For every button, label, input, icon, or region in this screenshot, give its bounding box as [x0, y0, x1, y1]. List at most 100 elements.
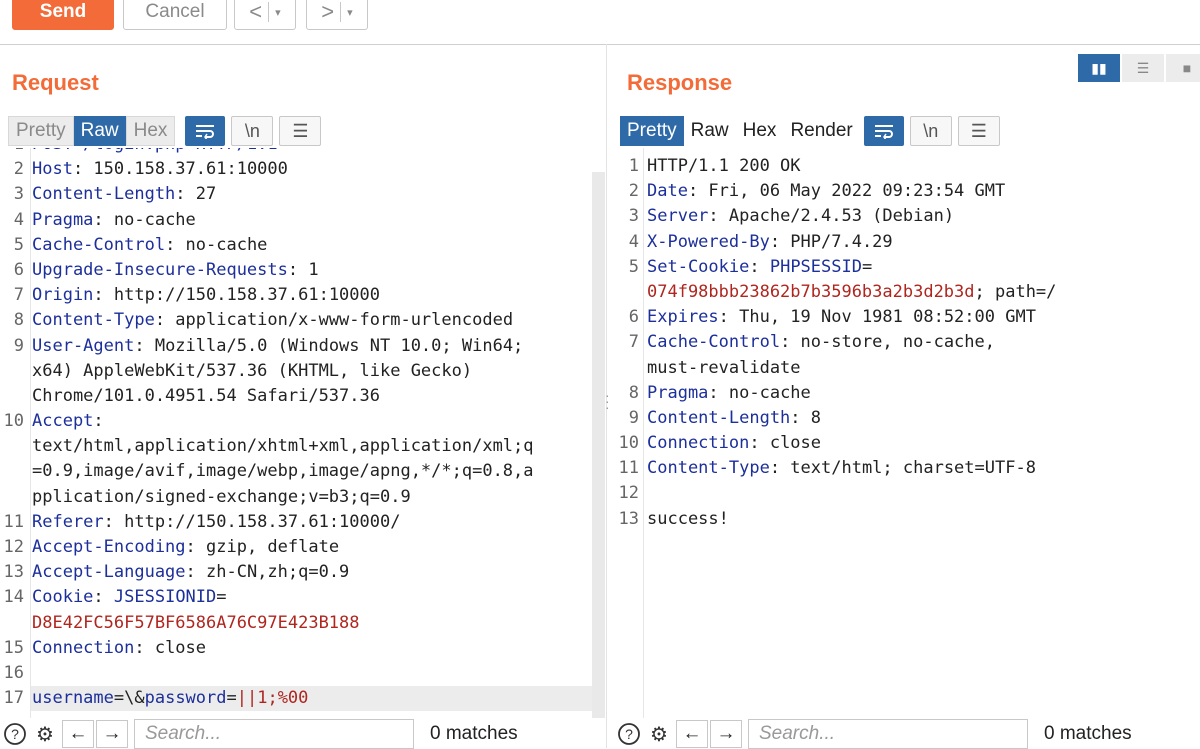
newline-toggle[interactable]: \n: [909, 116, 952, 146]
cancel-button[interactable]: Cancel: [123, 0, 227, 30]
code-line: 17 username=\&password=||1;%00: [0, 686, 592, 711]
code-line: 8 Content-Type: application/x-www-form-ur…: [0, 308, 592, 333]
header-value: HTTP/1.1 200 OK: [647, 156, 801, 176]
line-number: 16: [3, 662, 24, 683]
gear-icon[interactable]: ⚙: [644, 720, 674, 748]
newline-toggle[interactable]: \n: [231, 116, 274, 146]
header-name: Connection: [647, 433, 750, 454]
header-value: : no-cache: [93, 209, 196, 230]
tab-raw[interactable]: Raw: [73, 116, 126, 146]
header-value: : application/x-www-form-urlencoded: [154, 310, 514, 331]
header-value: : text/html; charset=UTF-8: [769, 458, 1036, 479]
code-line: 2 Host: 150.158.37.61:10000: [0, 157, 592, 182]
line-number: 6: [628, 307, 639, 328]
code-line: 3 Content-Length: 27: [0, 182, 592, 207]
tab-raw[interactable]: Raw: [684, 116, 736, 146]
menu-icon[interactable]: ☰: [957, 116, 1000, 146]
single-panel-icon[interactable]: ■: [1166, 54, 1200, 82]
tab-render[interactable]: Render: [783, 116, 859, 146]
line-text: Server: Apache/2.4.53 (Debian): [647, 204, 954, 229]
separator: [340, 2, 342, 22]
code-line: D8E42FC56F57BF6586A76C97E423B188: [0, 611, 592, 636]
header-value: Chrome/101.0.4951.54 Safari/537.36: [32, 385, 380, 406]
code-line: Chrome/101.0.4951.54 Safari/537.36: [0, 384, 592, 409]
back-arrow-icon: <: [249, 0, 263, 24]
code-line: 5 Set-Cookie: PHPSESSID=: [615, 255, 1200, 280]
wrap-lines-icon[interactable]: [185, 116, 226, 146]
code-line: =0.9,image/avif,image/webp,image/apng,*/…: [0, 459, 592, 484]
header-value: : gzip, deflate: [185, 537, 340, 557]
code-line: 4 Pragma: no-cache: [0, 208, 592, 233]
line-number: 4: [13, 209, 24, 230]
send-button[interactable]: Send: [12, 0, 114, 30]
line-text: success!: [647, 507, 729, 532]
forward-button[interactable]: > ▾: [306, 0, 368, 30]
request-editor[interactable]: 1 POST /login.php HTTP/1.1 2 Host: 150.158.…: [0, 148, 592, 718]
line-number: 12: [618, 483, 639, 504]
next-match-button[interactable]: →: [96, 720, 128, 748]
line-number: 9: [628, 407, 639, 428]
header-name: Host: [32, 159, 73, 180]
tab-pretty[interactable]: Pretty: [620, 116, 684, 146]
tab-hex[interactable]: Hex: [736, 116, 784, 146]
split-rows-icon[interactable]: ☰: [1122, 54, 1164, 82]
search-input[interactable]: Search...: [134, 719, 414, 749]
menu-icon[interactable]: ☰: [279, 116, 322, 146]
line-text: Origin: http://150.158.37.61:10000: [32, 283, 380, 308]
split-columns-icon[interactable]: ▮▮: [1078, 54, 1120, 82]
line-number: 9: [13, 335, 24, 356]
tab-pretty[interactable]: Pretty: [8, 116, 74, 146]
code-line: 9 Content-Length: 8: [615, 406, 1200, 431]
chevron-down-icon[interactable]: ▾: [347, 6, 353, 19]
line-text: x64) AppleWebKit/537.36 (KHTML, like Gec…: [32, 359, 472, 384]
prev-match-button[interactable]: ←: [62, 720, 94, 748]
code-line: text/html,application/xhtml+xml,applicat…: [0, 434, 592, 459]
layout-switcher: ▮▮ ☰ ■: [1078, 54, 1200, 82]
line-number: 8: [628, 382, 639, 403]
header-name: Date: [647, 181, 688, 202]
param-name: PHPSESSID: [769, 256, 862, 277]
header-value: :: [93, 411, 104, 432]
request-findbar: ? ⚙ ← → Search... 0 matches: [0, 719, 518, 749]
param-separator: =: [861, 256, 873, 277]
tab-hex[interactable]: Hex: [125, 116, 176, 146]
wrap-lines-icon[interactable]: [863, 116, 904, 146]
request-scrollbar[interactable]: [592, 172, 605, 718]
response-editor[interactable]: 1 HTTP/1.1 200 OK 2 Date: Fri, 06 May 2022 …: [615, 148, 1200, 718]
svg-text:?: ?: [625, 726, 633, 742]
header-value: : 1: [287, 259, 319, 280]
header-name: Pragma: [32, 209, 94, 230]
prev-match-button[interactable]: ←: [676, 720, 708, 748]
drag-handle-icon[interactable]: · · ·: [605, 388, 611, 414]
line-text: Chrome/101.0.4951.54 Safari/537.36: [32, 384, 380, 409]
help-icon[interactable]: ?: [0, 720, 30, 748]
response-findbar: ? ⚙ ← → Search... 0 matches: [614, 719, 1132, 749]
header-value: :: [93, 587, 114, 608]
search-input[interactable]: Search...: [748, 719, 1028, 749]
line-text: username=\&password=||1;%00: [32, 686, 308, 711]
param-separator: =: [226, 688, 237, 709]
line-text: POST /login.php HTTP/1.1: [32, 148, 278, 157]
line-text: Connection: close: [32, 636, 206, 661]
help-icon[interactable]: ?: [614, 720, 644, 748]
header-value: : no-cache: [708, 382, 811, 403]
header-name: Accept: [32, 411, 94, 432]
chevron-down-icon[interactable]: ▾: [275, 6, 281, 19]
header-value: : close: [749, 433, 822, 454]
code-line: 14 Cookie: JSESSIONID=: [0, 585, 592, 610]
code-line: 2 Date: Fri, 06 May 2022 09:23:54 GMT: [615, 179, 1200, 204]
header-name: Origin: [32, 285, 94, 306]
code-line: 15 Connection: close: [0, 636, 592, 661]
back-button[interactable]: < ▾: [234, 0, 296, 30]
code-line: 7 Cache-Control: no-store, no-cache,: [615, 330, 1200, 355]
line-text: Content-Type: application/x-www-form-url…: [32, 308, 513, 333]
gear-icon[interactable]: ⚙: [30, 720, 60, 748]
line-number: 3: [628, 206, 639, 227]
header-name: username: [32, 688, 114, 709]
header-value: :: [749, 256, 770, 277]
next-match-button[interactable]: →: [710, 720, 742, 748]
line-text: =0.9,image/avif,image/webp,image/apng,*/…: [32, 459, 534, 484]
header-value: =\&: [113, 688, 145, 709]
line-text: Host: 150.158.37.61:10000: [32, 157, 288, 182]
header-name: Accept-Encoding: [32, 537, 186, 557]
